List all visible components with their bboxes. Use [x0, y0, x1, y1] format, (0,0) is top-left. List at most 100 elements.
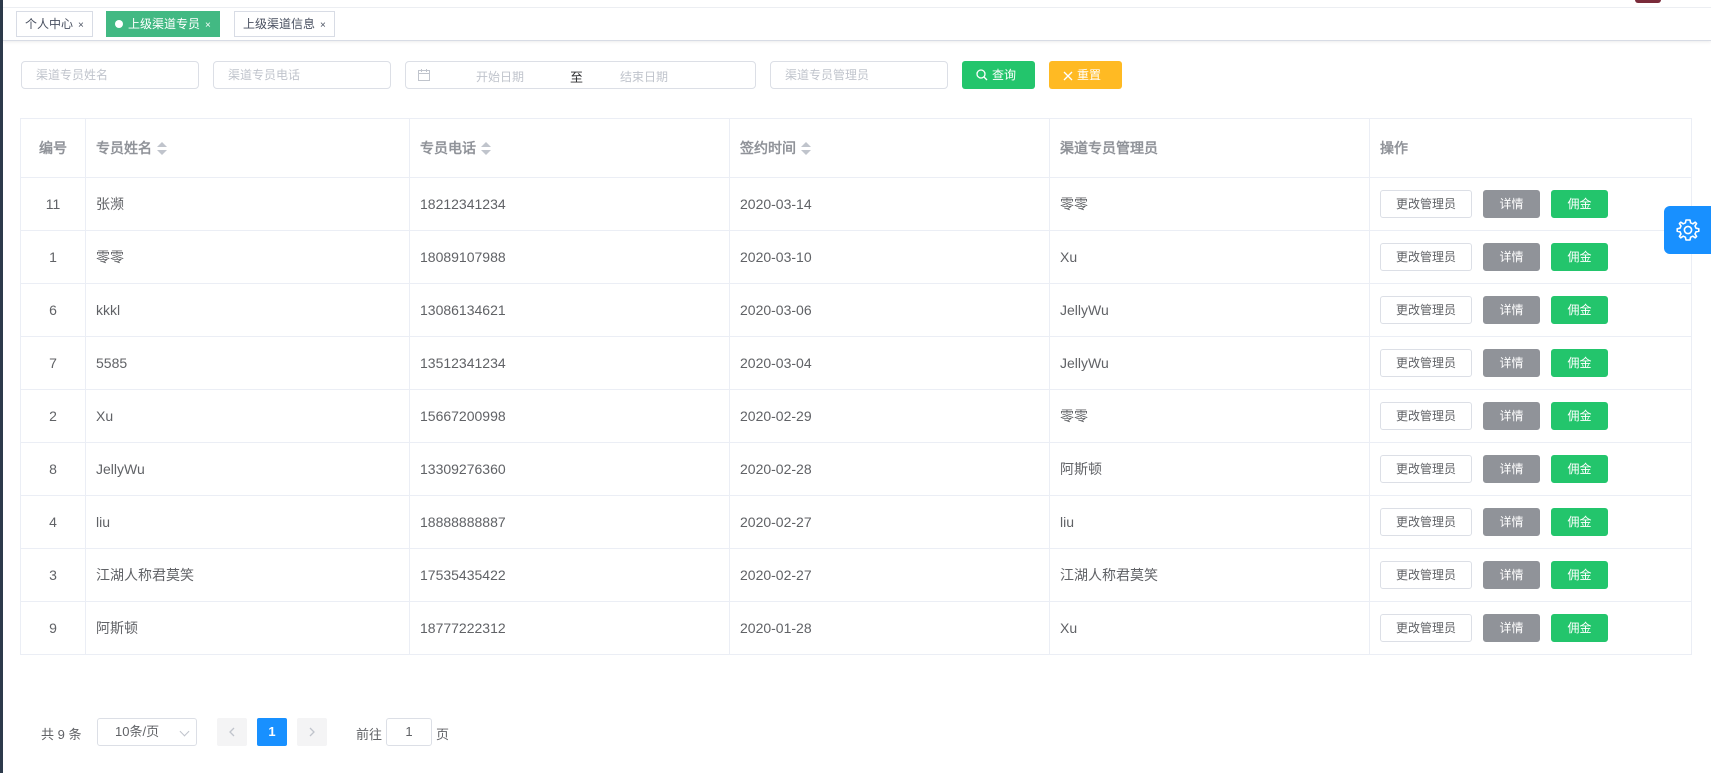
change-manager-button[interactable]: 更改管理员 [1380, 402, 1472, 430]
search-icon [976, 69, 988, 81]
cell-sign-date: 2020-02-29 [729, 389, 1050, 443]
cell-actions: 更改管理员 详情 佣金 [1369, 442, 1692, 496]
commission-button[interactable]: 佣金 [1551, 455, 1608, 483]
detail-button[interactable]: 详情 [1483, 349, 1540, 377]
table-header-row: 编号 专员姓名 专员电话 签约时间 渠道专员管理员 操作 [20, 118, 1692, 178]
close-icon[interactable]: × [205, 20, 211, 31]
commission-button[interactable]: 佣金 [1551, 349, 1608, 377]
query-label: 查询 [992, 68, 1017, 82]
tag-label: 个人中心 [25, 17, 74, 31]
cell-name: 张濒 [85, 177, 410, 231]
column-header-sign-date[interactable]: 签约时间 [729, 118, 1050, 178]
cell-id: 3 [20, 548, 86, 602]
goto-page-input[interactable]: 1 [386, 718, 432, 746]
column-header-actions: 操作 [1369, 118, 1692, 178]
cell-id: 6 [20, 283, 86, 337]
cell-manager: JellyWu [1049, 283, 1370, 337]
cell-phone: 18888888887 [409, 495, 730, 549]
table-row: 7 5585 13512341234 2020-03-04 JellyWu 更改管理员 详情… [20, 336, 1692, 390]
sidebar-edge [0, 0, 3, 773]
sign-date-range-picker[interactable]: 开始日期 至 结束日期 [405, 61, 756, 89]
cell-manager: 阿斯顿 [1049, 442, 1370, 496]
next-page-button[interactable] [297, 718, 327, 746]
chevron-right-icon [309, 727, 315, 737]
specialist-phone-input[interactable] [213, 61, 391, 89]
cell-actions: 更改管理员 详情 佣金 [1369, 495, 1692, 549]
column-header-phone[interactable]: 专员电话 [409, 118, 730, 178]
change-manager-button[interactable]: 更改管理员 [1380, 296, 1472, 324]
tags-view-bar: 个人中心 × 上级渠道专员 × 上级渠道信息 × [3, 0, 1711, 41]
commission-button[interactable]: 佣金 [1551, 243, 1608, 271]
cell-manager: 江湖人称君莫笑 [1049, 548, 1370, 602]
active-dot-icon [115, 20, 123, 28]
change-manager-button[interactable]: 更改管理员 [1380, 243, 1472, 271]
column-header-manager: 渠道专员管理员 [1049, 118, 1370, 178]
cell-phone: 15667200998 [409, 389, 730, 443]
goto-label: 前往 [356, 727, 383, 742]
detail-button[interactable]: 详情 [1483, 614, 1540, 642]
avatar[interactable] [1635, 0, 1661, 3]
commission-button[interactable]: 佣金 [1551, 508, 1608, 536]
tag-personal-center[interactable]: 个人中心 × [16, 11, 93, 37]
change-manager-button[interactable]: 更改管理员 [1380, 508, 1472, 536]
reset-button[interactable]: 重置 [1049, 61, 1122, 89]
cell-manager: 零零 [1049, 177, 1370, 231]
specialist-name-input[interactable] [21, 61, 199, 89]
change-manager-button[interactable]: 更改管理员 [1380, 349, 1472, 377]
close-icon[interactable]: × [78, 20, 84, 31]
page-number-button[interactable]: 1 [257, 718, 287, 746]
page-unit-label: 页 [436, 727, 450, 742]
query-button[interactable]: 查询 [962, 61, 1035, 89]
settings-button[interactable] [1664, 206, 1711, 254]
sort-caret-icon[interactable] [801, 142, 811, 156]
specialist-manager-input[interactable] [770, 61, 948, 89]
column-header-name[interactable]: 专员姓名 [85, 118, 410, 178]
cell-phone: 18212341234 [409, 177, 730, 231]
page-size-select[interactable]: 10条/页 [97, 718, 197, 746]
cell-name: kkkl [85, 283, 410, 337]
tag-superior-channel-info[interactable]: 上级渠道信息 × [234, 11, 335, 37]
commission-button[interactable]: 佣金 [1551, 402, 1608, 430]
detail-button[interactable]: 详情 [1483, 455, 1540, 483]
commission-button[interactable]: 佣金 [1551, 561, 1608, 589]
cell-name: liu [85, 495, 410, 549]
cell-manager: liu [1049, 495, 1370, 549]
change-manager-button[interactable]: 更改管理员 [1380, 561, 1472, 589]
range-separator: 至 [570, 70, 584, 85]
cell-actions: 更改管理员 详情 佣金 [1369, 283, 1692, 337]
detail-button[interactable]: 详情 [1483, 190, 1540, 218]
cell-actions: 更改管理员 详情 佣金 [1369, 389, 1692, 443]
detail-button[interactable]: 详情 [1483, 508, 1540, 536]
close-icon[interactable]: × [320, 20, 326, 31]
column-header-id: 编号 [20, 118, 86, 178]
commission-button[interactable]: 佣金 [1551, 190, 1608, 218]
cell-name: 阿斯顿 [85, 601, 410, 655]
calendar-icon [418, 69, 430, 81]
cell-id: 2 [20, 389, 86, 443]
cell-sign-date: 2020-01-28 [729, 601, 1050, 655]
start-date-input[interactable]: 开始日期 [476, 68, 524, 85]
table-row: 2 Xu 15667200998 2020-02-29 零零 更改管理员 详情 佣金 [20, 389, 1692, 443]
cell-name: 5585 [85, 336, 410, 390]
end-date-input[interactable]: 结束日期 [620, 68, 668, 85]
detail-button[interactable]: 详情 [1483, 243, 1540, 271]
cell-actions: 更改管理员 详情 佣金 [1369, 177, 1692, 231]
sort-caret-icon[interactable] [157, 142, 167, 156]
detail-button[interactable]: 详情 [1483, 561, 1540, 589]
specialist-table: 编号 专员姓名 专员电话 签约时间 渠道专员管理员 操作 11 张濒 1821234… [20, 118, 1692, 655]
change-manager-button[interactable]: 更改管理员 [1380, 190, 1472, 218]
sort-caret-icon[interactable] [481, 142, 491, 156]
cell-phone: 17535435422 [409, 548, 730, 602]
prev-page-button[interactable] [217, 718, 247, 746]
table-row: 6 kkkl 13086134621 2020-03-06 JellyWu 更改管理员 详情… [20, 283, 1692, 337]
tag-superior-channel-specialist[interactable]: 上级渠道专员 × [106, 11, 220, 37]
table-row: 9 阿斯顿 18777222312 2020-01-28 Xu 更改管理员 详情 佣金 [20, 601, 1692, 655]
commission-button[interactable]: 佣金 [1551, 296, 1608, 324]
commission-button[interactable]: 佣金 [1551, 614, 1608, 642]
detail-button[interactable]: 详情 [1483, 402, 1540, 430]
cell-id: 4 [20, 495, 86, 549]
cell-id: 8 [20, 442, 86, 496]
change-manager-button[interactable]: 更改管理员 [1380, 455, 1472, 483]
change-manager-button[interactable]: 更改管理员 [1380, 614, 1472, 642]
detail-button[interactable]: 详情 [1483, 296, 1540, 324]
